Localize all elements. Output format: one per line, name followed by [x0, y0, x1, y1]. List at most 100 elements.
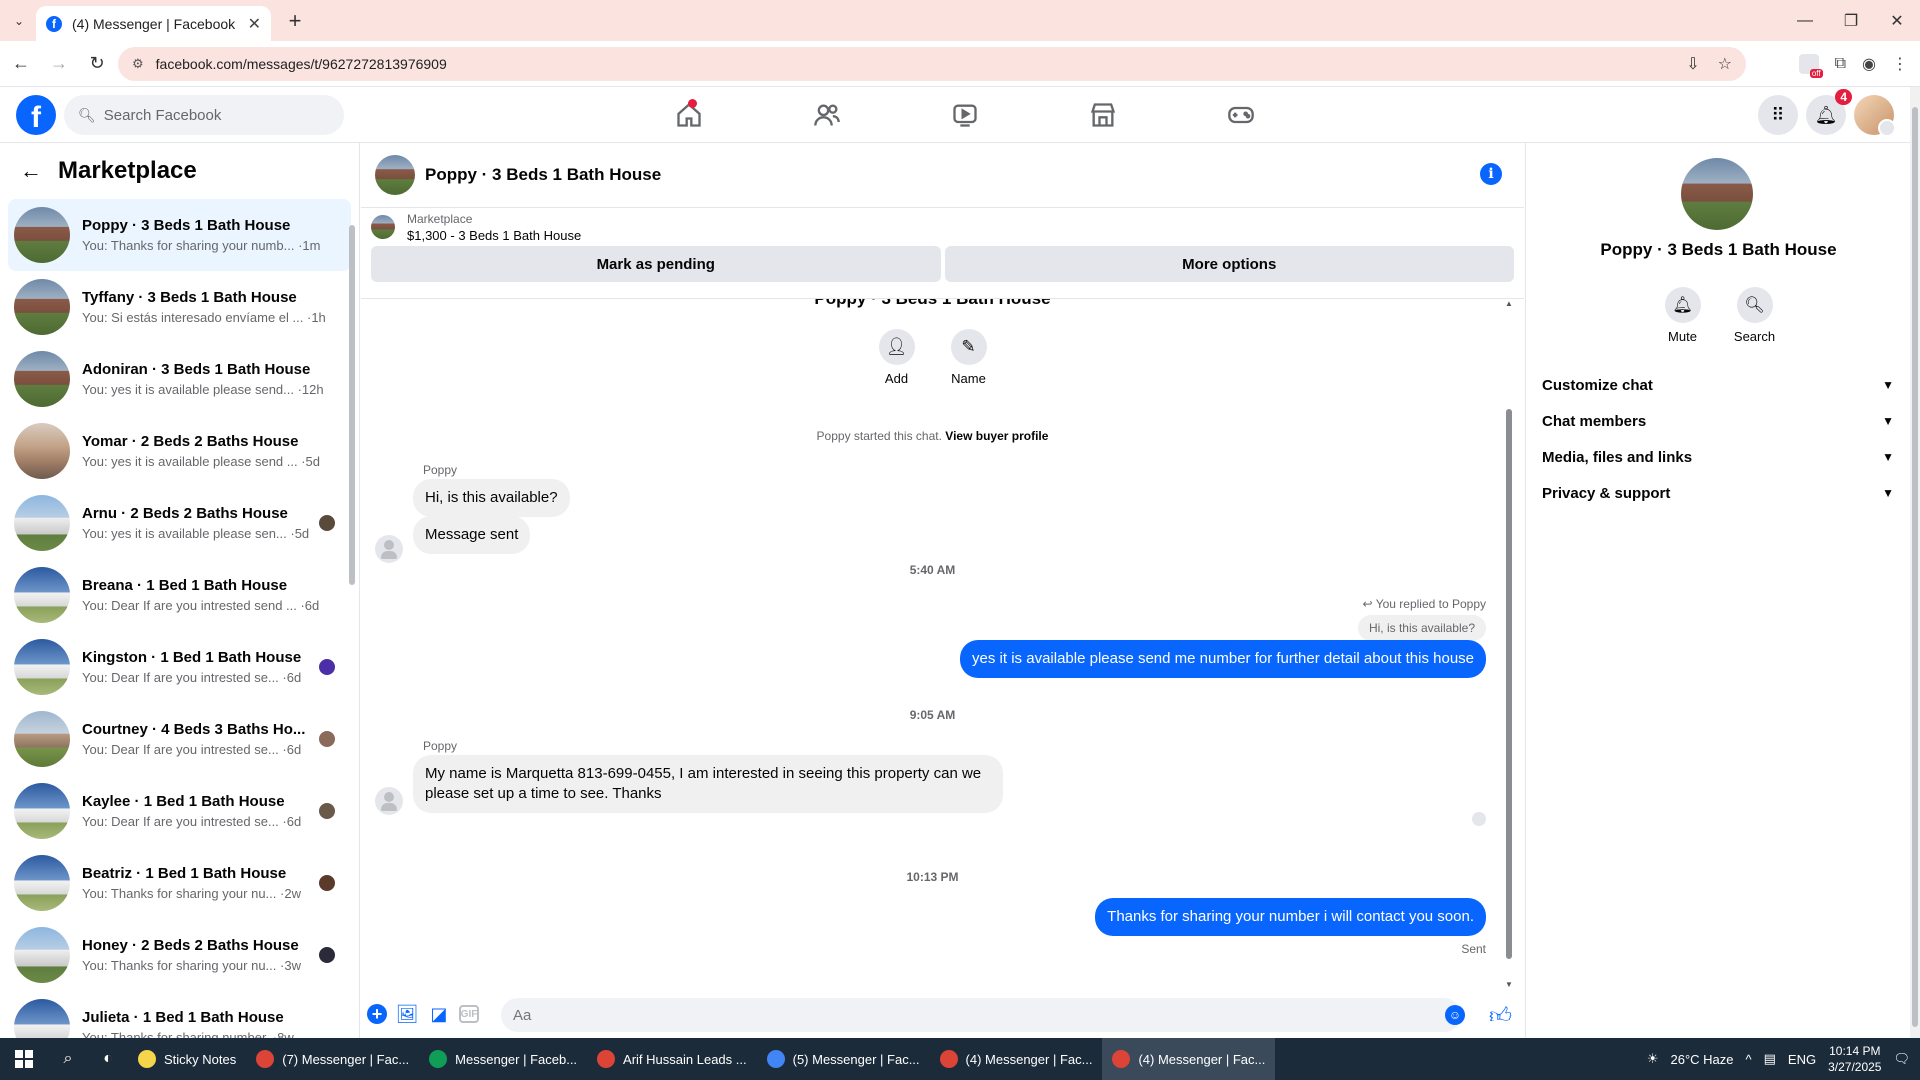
conversation-item[interactable]: Honey · 2 Beds 2 Baths House You: Thanks … [8, 919, 351, 991]
language-indicator[interactable]: ENG [1788, 1052, 1816, 1067]
sender-avatar[interactable] [375, 535, 403, 563]
conversation-name: Kingston · 1 Bed 1 Bath House [82, 649, 302, 666]
reload-icon[interactable]: ↻ [80, 47, 114, 81]
taskbar-app[interactable]: Messenger | Faceb... [419, 1038, 587, 1080]
conversation-item[interactable]: Kaylee · 1 Bed 1 Bath House You: Dear If … [8, 775, 351, 847]
facebook-search-box[interactable]: 🔍︎ Search Facebook [64, 95, 344, 135]
nav-gaming[interactable] [1172, 87, 1310, 143]
conversation-item[interactable]: Kingston · 1 Bed 1 Bath House You: Dear I… [8, 631, 351, 703]
conversation-item[interactable]: Julieta · 1 Bed 1 Bath House You: Thanks … [8, 991, 351, 1038]
thread-scrollbar[interactable]: ▲ ▼ [1504, 299, 1514, 988]
weather-text[interactable]: 26°C Haze [1671, 1052, 1734, 1067]
search-icon[interactable]: ⌕ [48, 1038, 88, 1080]
taskbar-app[interactable]: (4) Messenger | Fac... [930, 1038, 1103, 1080]
conversation-item[interactable]: Courtney · 4 Beds 3 Baths Ho... You: Dear… [8, 703, 351, 775]
conversation-item[interactable]: Arnu · 2 Beds 2 Baths House You: yes it i… [8, 487, 351, 559]
extensions-puzzle-icon[interactable]: ⧉ [1835, 55, 1846, 73]
message-input[interactable] [501, 998, 1461, 1032]
conversation-item[interactable]: Yomar · 2 Beds 2 Baths House You: yes it … [8, 415, 351, 487]
search-action[interactable]: 🔍︎ Search [1733, 287, 1776, 344]
address-bar[interactable]: ⚙ facebook.com/messages/t/96272728139769… [118, 47, 1746, 81]
add-people-action[interactable]: 👤︎ Add [878, 329, 915, 386]
conversation-item[interactable]: Beatriz · 1 Bed 1 Bath House You: Thanks … [8, 847, 351, 919]
sticker-icon[interactable]: ◪ [427, 1002, 451, 1026]
edge-icon[interactable]: ◐ [88, 1038, 128, 1080]
site-info-icon[interactable]: ⚙ [132, 56, 144, 72]
conversation-preview: You: Si estás interesado envíame el ... … [82, 310, 326, 325]
new-tab-button[interactable]: + [282, 8, 308, 34]
taskbar-app[interactable]: (7) Messenger | Fac... [246, 1038, 419, 1080]
taskbar-app[interactable]: Arif Hussain Leads ... [587, 1038, 757, 1080]
restore-icon[interactable]: ❐ [1828, 0, 1874, 41]
section-media-files-links[interactable]: Media, files and links ▼ [1542, 439, 1894, 475]
quoted-message[interactable]: Hi, is this available? [1357, 615, 1486, 641]
bookmark-star-icon[interactable]: ☆ [1718, 54, 1732, 74]
nav-video[interactable] [896, 87, 1034, 143]
install-app-icon[interactable]: ⇩ [1686, 54, 1699, 74]
section-customize-chat[interactable]: Customize chat ▼ [1542, 367, 1894, 403]
sender-avatar[interactable] [375, 787, 403, 815]
back-arrow-icon[interactable]: ← [20, 158, 42, 184]
chat-title[interactable]: Poppy · 3 Beds 1 Bath House [425, 165, 661, 185]
gif-icon[interactable]: GIF [459, 1005, 479, 1023]
conversation-preview: You: Dear If are you intrested send ... … [82, 598, 320, 613]
forward-icon[interactable]: → [42, 47, 76, 81]
taskbar-app[interactable]: (5) Messenger | Fac... [757, 1038, 930, 1080]
network-icon[interactable]: ▤ [1764, 1051, 1776, 1067]
taskbar-app[interactable]: Sticky Notes [128, 1038, 246, 1080]
section-privacy-support[interactable]: Privacy & support ▼ [1542, 475, 1894, 511]
extension-icon[interactable]: off [1798, 54, 1823, 78]
emoji-icon[interactable]: ☺ [1445, 1005, 1465, 1025]
tab-search-icon[interactable]: ⌄ [6, 8, 32, 34]
photo-icon[interactable]: 🖼︎ [395, 1002, 419, 1026]
clock[interactable]: 10:14 PM 3/27/2025 [1828, 1043, 1881, 1075]
minimize-icon[interactable]: — [1782, 0, 1828, 41]
outgoing-message[interactable]: Thanks for sharing your number i will co… [1095, 898, 1486, 936]
close-window-icon[interactable]: ✕ [1874, 0, 1920, 41]
browser-tab-active[interactable]: f (4) Messenger | Facebook ✕ [36, 6, 271, 41]
conversation-item[interactable]: Adoniran · 3 Beds 1 Bath House You: yes i… [8, 343, 351, 415]
weather-icon[interactable]: ☀ [1647, 1051, 1659, 1067]
menu-grid-button[interactable]: ⠿ [1758, 95, 1798, 135]
conversation-thumbnail [14, 495, 70, 551]
outgoing-message[interactable]: yes it is available please send me numbe… [960, 640, 1486, 678]
conversation-preview: You: Dear If are you intrested se... ·6d [82, 670, 302, 685]
scroll-up-icon[interactable]: ▲ [1505, 299, 1513, 308]
plus-icon[interactable]: + [367, 1004, 387, 1024]
section-chat-members[interactable]: Chat members ▼ [1542, 403, 1894, 439]
incoming-message[interactable]: Message sent [413, 516, 531, 554]
chrome-profile-icon[interactable]: ◉ [1862, 54, 1876, 74]
conversation-item[interactable]: Breana · 1 Bed 1 Bath House You: Dear If … [8, 559, 351, 631]
nav-friends[interactable] [758, 87, 896, 143]
chat-thumbnail[interactable] [375, 155, 415, 195]
conversation-text: Poppy · 3 Beds 1 Bath House You: Thanks f… [82, 217, 351, 253]
incoming-message[interactable]: Hi, is this available? [413, 479, 570, 517]
tray-chevron-icon[interactable]: ^ [1746, 1052, 1752, 1067]
nav-home[interactable] [620, 87, 758, 143]
back-icon[interactable]: ← [4, 47, 38, 81]
mark-as-pending-button[interactable]: Mark as pending [371, 246, 941, 282]
listing-summary[interactable]: Marketplace $1,300 - 3 Beds 1 Bath House [361, 208, 1524, 246]
scroll-down-icon[interactable]: ▼ [1505, 980, 1513, 988]
view-buyer-profile-link[interactable]: View buyer profile [945, 429, 1048, 443]
nav-marketplace[interactable] [1034, 87, 1172, 143]
mute-action[interactable]: 🔔︎ Mute [1664, 287, 1701, 344]
start-button[interactable] [0, 1038, 48, 1080]
conversation-item[interactable]: Poppy · 3 Beds 1 Bath House You: Thanks f… [8, 199, 351, 271]
name-chat-action[interactable]: ✎ Name [950, 329, 987, 386]
incoming-message[interactable]: My name is Marquetta 813-699-0455, I am … [413, 755, 1003, 813]
page-scrollbar[interactable] [1910, 87, 1920, 1038]
more-options-button[interactable]: More options [944, 246, 1514, 282]
thumbs-up-icon[interactable]: 👍︎ [1489, 1002, 1512, 1029]
search-label: Search [1733, 329, 1776, 344]
chrome-menu-icon[interactable]: ⋮ [1892, 54, 1908, 74]
facebook-logo-icon[interactable]: f [16, 95, 56, 135]
notifications-center-icon[interactable]: 🗨︎ [1893, 1051, 1910, 1067]
account-avatar[interactable] [1854, 95, 1896, 137]
tab-close-icon[interactable]: ✕ [248, 14, 261, 34]
taskbar-app[interactable]: (4) Messenger | Fac... [1102, 1038, 1276, 1080]
conversation-item[interactable]: Tyffany · 3 Beds 1 Bath House You: Si est… [8, 271, 351, 343]
notifications-button[interactable]: 🔔︎ 4 [1806, 89, 1852, 135]
sidebar-scrollbar[interactable] [348, 199, 356, 1038]
info-icon[interactable]: i [1480, 163, 1502, 185]
